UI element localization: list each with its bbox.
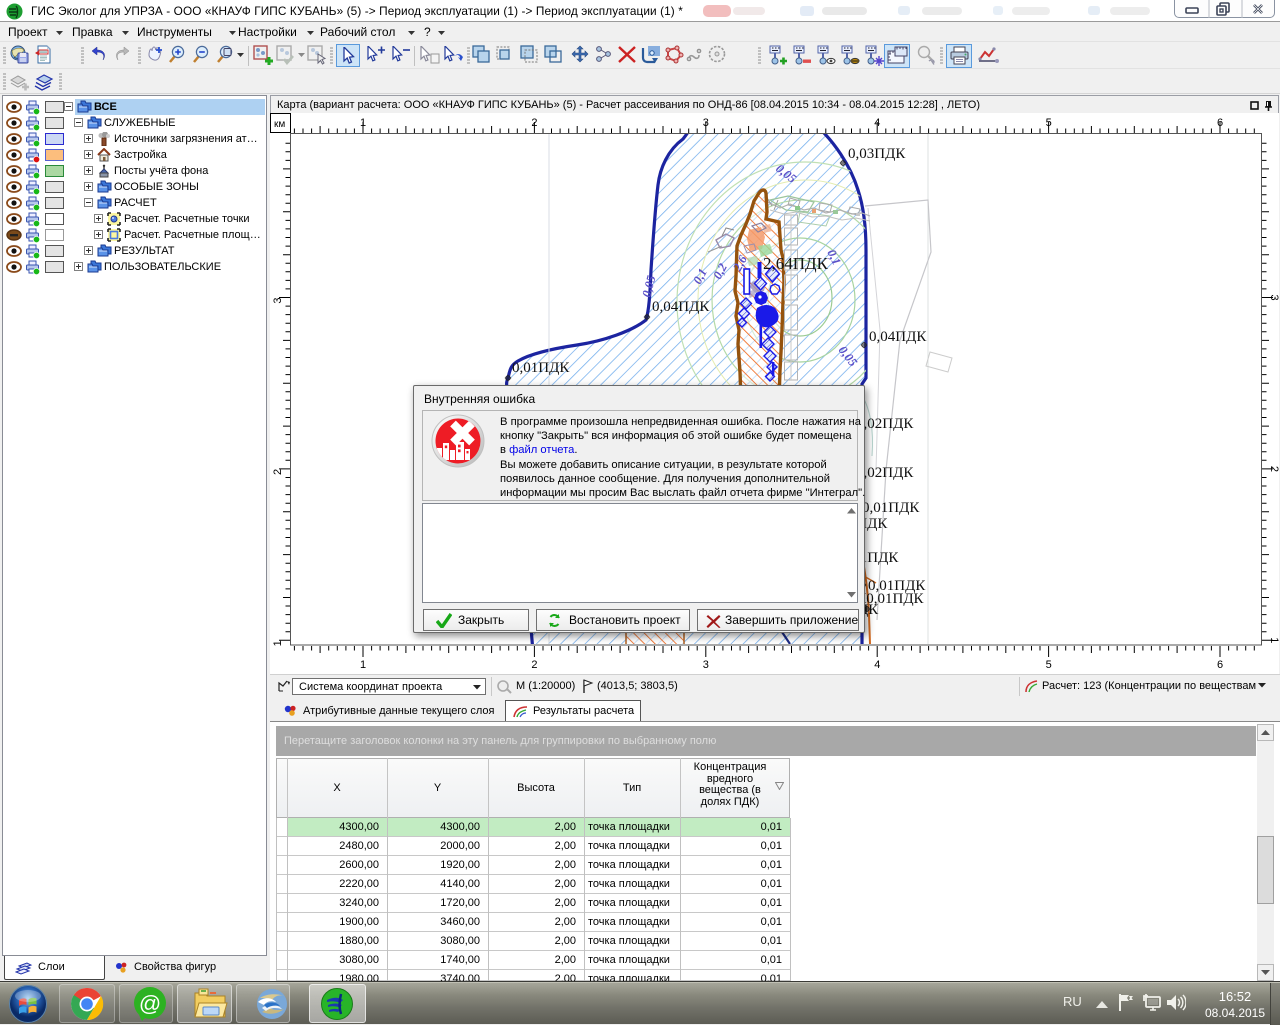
svg-text:1: 1 <box>360 659 366 671</box>
svg-text:@: @ <box>139 991 161 1016</box>
svg-text:5: 5 <box>1046 659 1052 671</box>
svg-text:3: 3 <box>1268 294 1279 300</box>
svg-text:км: км <box>274 119 285 130</box>
svg-text:0,03ПДК: 0,03ПДК <box>848 146 906 162</box>
svg-text:3: 3 <box>703 659 709 671</box>
svg-text:2,64ПДК: 2,64ПДК <box>763 254 829 273</box>
svg-text:0,04ПДК: 0,04ПДК <box>869 329 927 345</box>
svg-text:6: 6 <box>1217 659 1223 671</box>
svg-text:2: 2 <box>531 659 537 671</box>
svg-text:0,01ПДК: 0,01ПДК <box>512 360 570 376</box>
svg-text:0,04ПДК: 0,04ПДК <box>652 299 710 315</box>
svg-text:3: 3 <box>272 297 284 303</box>
svg-text:1: 1 <box>1268 637 1279 643</box>
svg-text:0,01ПДК: 0,01ПДК <box>862 500 920 516</box>
svg-text:2: 2 <box>272 469 284 475</box>
svg-text:1: 1 <box>272 640 284 646</box>
svg-text:2: 2 <box>1268 466 1279 472</box>
svg-text:4: 4 <box>874 659 880 671</box>
